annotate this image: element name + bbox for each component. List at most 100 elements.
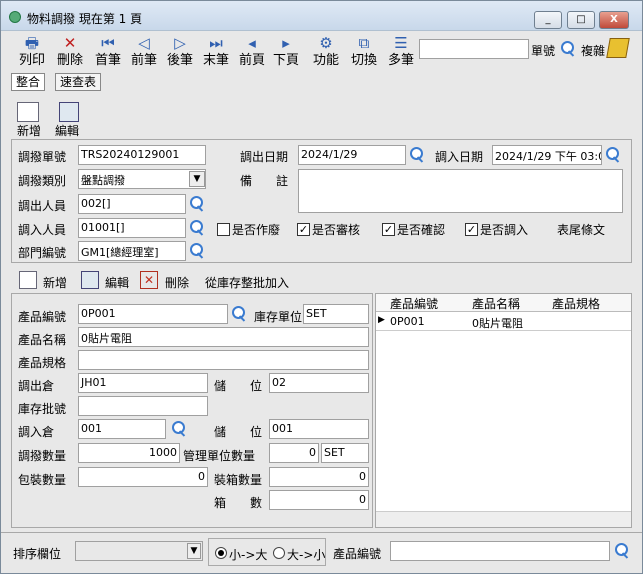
bottom-prod-no-label: 產品編號 xyxy=(333,547,382,561)
multi-button[interactable]: ☰ 多筆 xyxy=(382,34,420,72)
detail-new-button[interactable]: 新增 xyxy=(43,274,67,291)
func-button[interactable]: ⚙ 功能 xyxy=(307,34,345,72)
asc-radio[interactable] xyxy=(215,547,227,559)
tab-integrated[interactable]: 整合 xyxy=(11,73,46,91)
app-icon xyxy=(9,11,21,23)
next-button[interactable]: ▷ 後筆 xyxy=(161,34,199,72)
in-date-picker-icon[interactable] xyxy=(604,146,622,164)
switch-label: 切換 xyxy=(350,53,377,68)
out-person-field[interactable]: 002[] xyxy=(78,194,186,214)
new-doc-icon[interactable] xyxy=(17,102,39,122)
prev-page-icon: ◂ xyxy=(248,34,256,52)
func-label: 功能 xyxy=(312,53,339,68)
nextpage-button[interactable]: ▸ 下頁 xyxy=(267,34,305,72)
switch-button[interactable]: ⧉ 切換 xyxy=(345,34,383,72)
prod-name-field[interactable]: 0貼片電阻 xyxy=(78,327,369,347)
transfer-checkbox[interactable]: ✓ xyxy=(465,223,478,236)
box-qty-label: 裝箱數量 xyxy=(214,473,263,487)
last-label: 末筆 xyxy=(202,53,229,68)
out-person-search-icon[interactable] xyxy=(188,195,206,213)
search-input[interactable] xyxy=(419,39,529,59)
boxes-field[interactable]: 0 xyxy=(269,490,369,510)
in-person-search-icon[interactable] xyxy=(188,219,206,237)
prev-button[interactable]: ◁ 前筆 xyxy=(125,34,163,72)
in-wh-field[interactable]: 001 xyxy=(78,419,166,439)
last-button[interactable]: ⏭ 末筆 xyxy=(197,34,235,72)
footer-text-label[interactable]: 表尾條文 xyxy=(557,221,605,238)
void-checkbox[interactable] xyxy=(217,223,230,236)
in-date-field[interactable]: 2024/1/29 下午 03:00 xyxy=(492,145,602,165)
table-row[interactable]: ▶ 0P001 0貼片電阻 xyxy=(376,313,631,331)
maximize-button[interactable]: □ xyxy=(567,11,595,29)
prod-name-label: 產品名稱 xyxy=(18,333,67,347)
bottom-bar: 排序欄位 ▼ 小->大 大->小 產品編號 xyxy=(1,532,642,574)
batch-field[interactable] xyxy=(78,396,208,416)
batch-add-from-stock-button[interactable]: 從庫存整批加入 xyxy=(205,274,289,291)
in-wh-search-icon[interactable] xyxy=(170,420,188,438)
qty-field[interactable]: 1000 xyxy=(78,443,180,463)
mgmt-qty-field[interactable]: 0 xyxy=(269,443,319,463)
grid-col-spec[interactable]: 產品規格 xyxy=(552,295,600,312)
close-button[interactable]: X xyxy=(599,11,629,29)
prod-no-search-icon[interactable] xyxy=(230,305,248,323)
review-label: 是否審核 xyxy=(312,223,361,237)
bottom-prod-no-field[interactable] xyxy=(390,541,610,561)
copy-icon[interactable] xyxy=(606,38,630,58)
grid-col-prod-no[interactable]: 產品編號 xyxy=(390,295,438,312)
copy-label: 複雜 xyxy=(581,44,606,58)
minimize-button[interactable]: _ xyxy=(534,11,562,29)
detail-delete-button[interactable]: 刪除 xyxy=(165,274,189,291)
confirm-checkbox[interactable]: ✓ xyxy=(382,223,395,236)
prod-no-field[interactable]: 0P001 xyxy=(78,304,228,324)
in-wh-label: 調入倉 xyxy=(18,425,55,439)
nextpage-label: 下頁 xyxy=(272,53,299,68)
type-select[interactable]: 盤點調撥 xyxy=(78,169,206,189)
delete-button[interactable]: ✕ 刪除 xyxy=(51,34,89,72)
out-loc-field[interactable]: 02 xyxy=(269,373,369,393)
in-person-field[interactable]: 01001[] xyxy=(78,218,186,238)
out-person-label: 調出人員 xyxy=(18,199,67,213)
detail-delete-icon[interactable]: ✕ xyxy=(140,271,158,289)
out-date-field[interactable]: 2024/1/29 xyxy=(298,145,406,165)
grid-col-prod-name[interactable]: 產品名稱 xyxy=(472,295,520,312)
dept-field[interactable]: GM1[總經理室] xyxy=(78,241,186,261)
first-button[interactable]: ⏮ 首筆 xyxy=(89,34,127,72)
new-button[interactable]: 新增 xyxy=(17,122,41,139)
bottom-search-icon[interactable] xyxy=(613,542,631,560)
in-loc-field[interactable]: 001 xyxy=(269,419,369,439)
unit-field[interactable]: SET xyxy=(303,304,369,324)
dept-label: 部門編號 xyxy=(18,246,67,260)
spec-field[interactable] xyxy=(78,350,369,370)
review-checkbox[interactable]: ✓ xyxy=(297,223,310,236)
doc-no-field[interactable]: TRS20240129001 xyxy=(78,145,206,165)
grid-cell-prod-name: 0貼片電阻 xyxy=(472,317,523,330)
search-icon[interactable] xyxy=(559,40,577,58)
mgmt-qty-label: 管理單位數量 xyxy=(183,449,256,463)
pack-qty-field[interactable]: 0 xyxy=(78,467,208,487)
print-button[interactable]: 🖶 列印 xyxy=(13,34,51,72)
first-label: 首筆 xyxy=(94,53,121,68)
note-label: 備 註 xyxy=(240,174,289,188)
detail-edit-icon[interactable] xyxy=(81,271,99,289)
grid-hscrollbar[interactable] xyxy=(376,511,631,527)
box-qty-field[interactable]: 0 xyxy=(269,467,369,487)
mgmt-unit-field[interactable]: SET xyxy=(321,443,369,463)
function-icon: ⚙ xyxy=(319,34,333,52)
title-bar: 物料調撥 現在第 1 頁 _ □ X xyxy=(1,1,642,31)
edit-button[interactable]: 編輯 xyxy=(55,122,79,139)
detail-edit-button[interactable]: 編輯 xyxy=(105,274,129,291)
chevron-down-icon[interactable]: ▼ xyxy=(189,171,205,187)
out-wh-field[interactable]: JH01 xyxy=(78,373,208,393)
detail-new-icon[interactable] xyxy=(19,271,37,289)
out-date-picker-icon[interactable] xyxy=(408,146,426,164)
detail-grid: 產品編號 產品名稱 產品規格 ▶ 0P001 0貼片電阻 xyxy=(375,293,632,528)
prevpage-button[interactable]: ◂ 前頁 xyxy=(233,34,271,72)
edit-doc-icon[interactable] xyxy=(59,102,79,122)
batch-label: 庫存批號 xyxy=(18,402,67,416)
sort-chevron-down-icon[interactable]: ▼ xyxy=(187,543,201,559)
desc-radio[interactable] xyxy=(273,547,285,559)
tab-quick-lookup[interactable]: 速查表 xyxy=(55,73,102,91)
sort-field-select[interactable] xyxy=(75,541,203,561)
note-field[interactable] xyxy=(298,169,623,213)
dept-search-icon[interactable] xyxy=(188,242,206,260)
